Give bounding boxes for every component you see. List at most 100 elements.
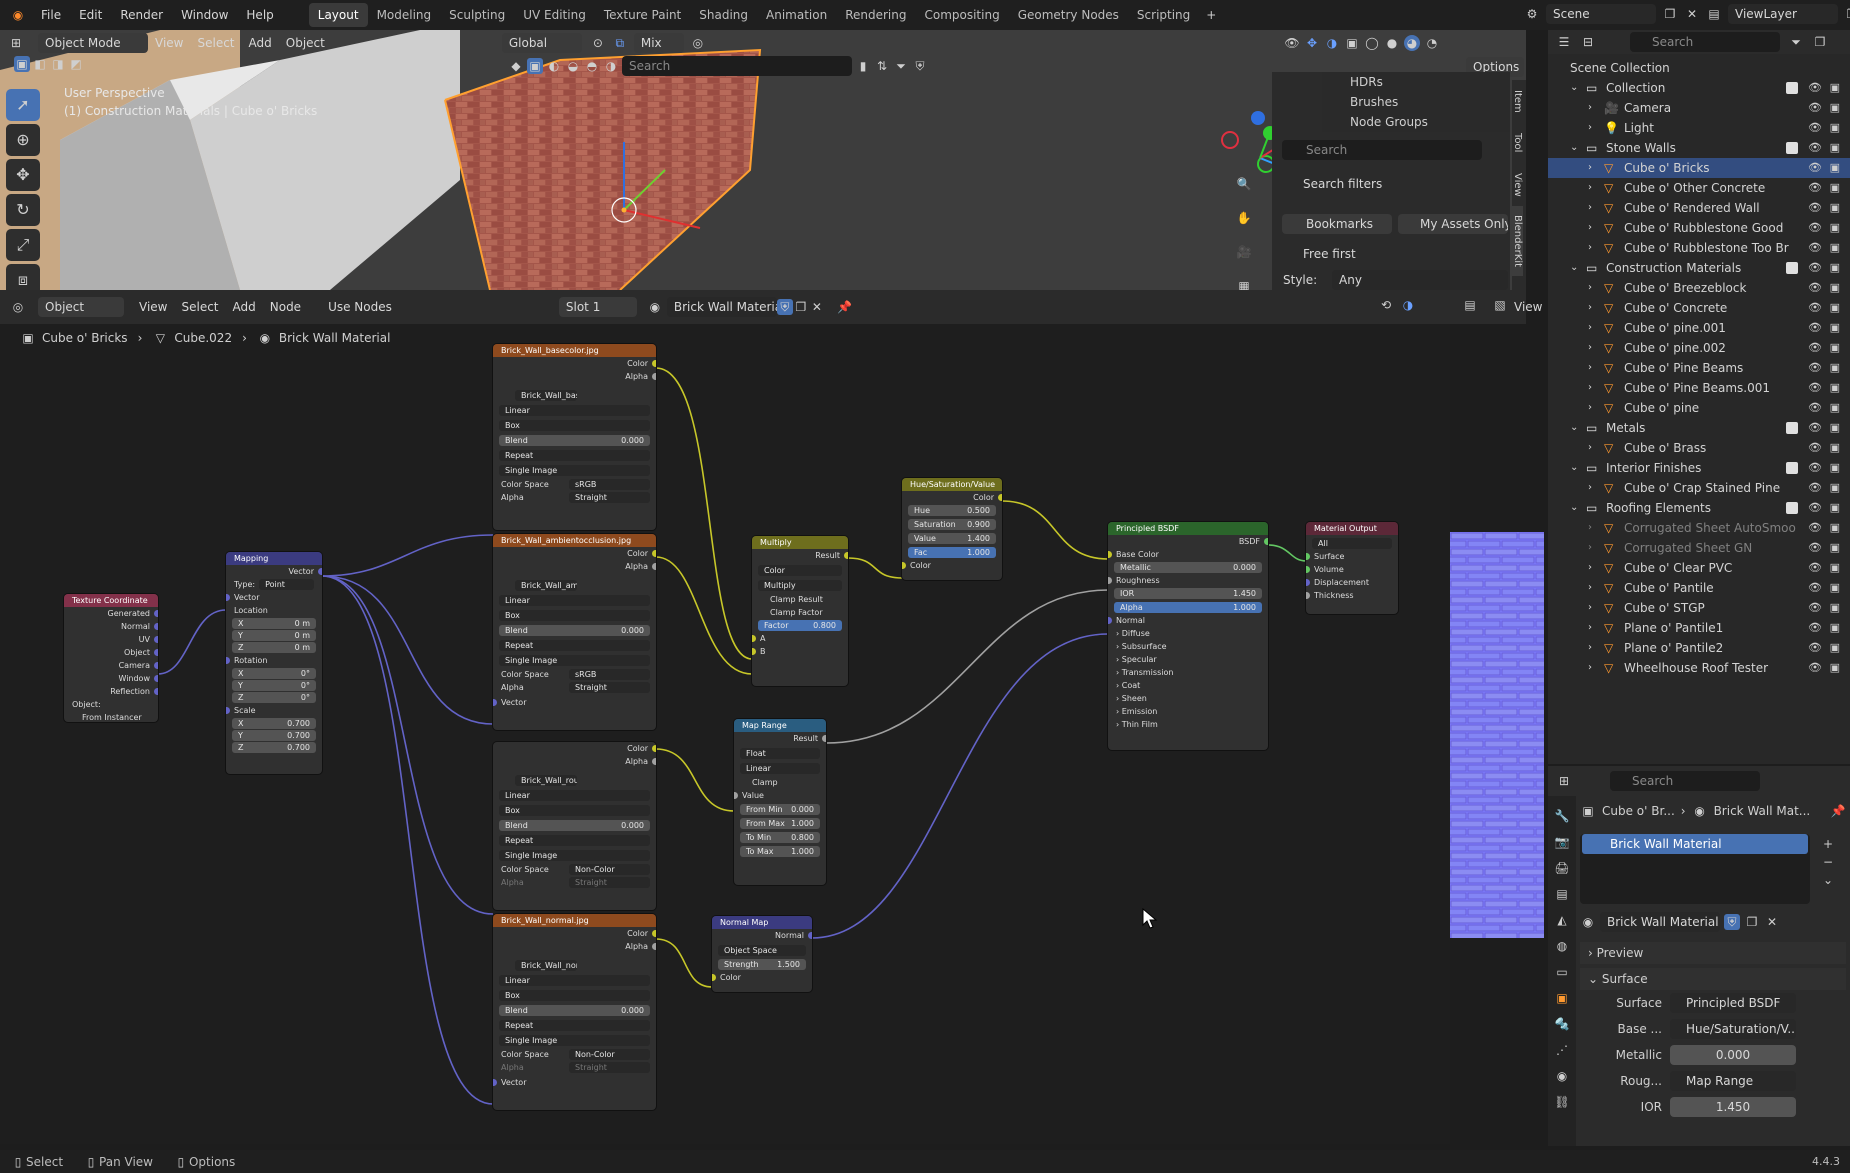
outliner-row[interactable]: › ▽ Cube o' Concrete 👁 ▣ <box>1548 298 1850 318</box>
output-tab-icon[interactable]: 🖨 <box>1554 860 1570 876</box>
outliner-row[interactable]: › ▽ Cube o' Bricks 👁 ▣ <box>1548 158 1850 178</box>
interpolation-dropdown[interactable]: Linear <box>740 763 820 774</box>
tab-uv-editing[interactable]: UV Editing <box>514 3 595 27</box>
unlink-material-icon[interactable]: ✕ <box>809 299 825 315</box>
exclude-checkbox[interactable] <box>1786 262 1798 274</box>
scene-icon[interactable]: ⚙ <box>1524 6 1540 22</box>
render-camera-icon[interactable]: ▣ <box>1830 318 1840 338</box>
expand-arrow-icon[interactable]: › <box>1588 438 1592 458</box>
collection-tab-icon[interactable]: ▭ <box>1554 964 1570 980</box>
material-name-field[interactable]: Brick Wall Material <box>666 297 777 317</box>
new-viewlayer-icon[interactable]: ❐ <box>1844 6 1850 22</box>
select-invert-icon[interactable]: ◩ <box>68 56 84 72</box>
filter-objects-icon[interactable]: ▣ <box>527 58 543 74</box>
source-dropdown[interactable]: Single Image <box>499 655 650 666</box>
node-menu-view[interactable]: View <box>132 297 174 317</box>
my-assets-only-button[interactable]: My Assets Only <box>1398 214 1508 234</box>
node-editor-type-icon[interactable]: ◎ <box>10 299 26 315</box>
viewport-search-input[interactable]: Search <box>622 56 852 76</box>
visibility-eye-icon[interactable]: 👁 <box>1808 598 1822 618</box>
socket-alpha[interactable]: Alpha <box>493 940 656 953</box>
visibility-eye-icon[interactable]: 👁 <box>1808 638 1822 658</box>
tab-layout[interactable]: Layout <box>308 3 368 27</box>
object-mode-dropdown[interactable]: Object Mode <box>38 33 148 53</box>
3d-viewport[interactable]: ⊞ Object Mode View Select Add Object Glo… <box>0 30 1526 290</box>
interpolation-dropdown[interactable]: Linear <box>499 975 650 986</box>
sidebar-tab-item[interactable]: Item <box>1512 80 1523 122</box>
overlay-icon[interactable]: ◑ <box>1324 35 1340 51</box>
render-camera-icon[interactable]: ▣ <box>1830 98 1840 118</box>
render-camera-icon[interactable]: ▣ <box>1830 138 1840 158</box>
render-camera-icon[interactable]: ▣ <box>1830 538 1840 558</box>
expand-arrow-icon[interactable]: › <box>1588 298 1592 318</box>
outliner-row[interactable]: › ▽ Cube o' Rendered Wall 👁 ▣ <box>1548 198 1850 218</box>
outliner-filter-icon[interactable]: ⏷ <box>1788 34 1804 50</box>
render-camera-icon[interactable]: ▣ <box>1830 658 1840 678</box>
render-camera-icon[interactable]: ▣ <box>1830 638 1840 658</box>
outliner-scene-collection[interactable]: Scene Collection <box>1548 58 1850 78</box>
outliner-row[interactable]: › ▽ Corrugated Sheet AutoSmoo 👁 ▣ <box>1548 518 1850 538</box>
add-slot-icon[interactable]: + <box>1820 836 1836 852</box>
properties-pin-icon[interactable]: 📌 <box>1830 803 1846 819</box>
output-target-dropdown[interactable]: All <box>1312 538 1392 549</box>
socket-bsdf[interactable]: BSDF <box>1108 535 1268 548</box>
visibility-eye-icon[interactable]: 👁 <box>1808 458 1822 478</box>
metallic-field[interactable]: Metallic 0.000 <box>1114 562 1262 573</box>
socket-color-out[interactable]: Color <box>902 491 1002 504</box>
visibility-eye-icon[interactable]: 👁 <box>1808 358 1822 378</box>
image-texture-ao-node[interactable]: Brick_Wall_ambientocclusion.jpg Color Al… <box>493 534 656 730</box>
visibility-eye-icon[interactable]: 👁 <box>1808 218 1822 238</box>
socket-normal[interactable]: Normal <box>64 620 158 633</box>
scale-z[interactable]: Z 0.700 <box>232 742 316 753</box>
panel-thin-film[interactable]: › Thin Film <box>1108 718 1268 731</box>
alpha-mode-row[interactable]: Alpha Straight <box>493 876 656 889</box>
socket-a[interactable]: A <box>752 632 848 645</box>
brick-cube[interactable] <box>445 50 760 290</box>
exclude-checkbox[interactable] <box>1786 82 1798 94</box>
outliner-row[interactable]: › 💡 Light 👁 ▣ <box>1548 118 1850 138</box>
object-field[interactable]: Object: <box>64 698 158 711</box>
expand-arrow-icon[interactable]: › <box>1588 218 1592 238</box>
sidebar-tab-blenderkit[interactable]: BlenderKit <box>1512 206 1523 276</box>
panel-diffuse[interactable]: › Diffuse <box>1108 627 1268 640</box>
projection-dropdown[interactable]: Box <box>499 610 650 621</box>
image-file-field[interactable]: Brick_Wall_norm... <box>515 960 577 971</box>
panel-sheen[interactable]: › Sheen <box>1108 692 1268 705</box>
socket-thickness[interactable]: Thickness <box>1306 589 1398 602</box>
socket-color-in[interactable]: Color <box>712 971 812 984</box>
color-space-row[interactable]: Color Space sRGB <box>493 478 656 491</box>
extension-dropdown[interactable]: Repeat <box>499 835 650 846</box>
bookmarks-button[interactable]: Bookmarks <box>1282 214 1392 234</box>
alpha-mode-row[interactable]: Alpha Straight <box>493 681 656 694</box>
material-browse-icon[interactable]: ◉ <box>647 299 663 315</box>
node-snap-icon[interactable]: ⟲ <box>1378 297 1394 313</box>
physics-tab-icon[interactable]: ◉ <box>1554 1068 1570 1084</box>
asset-item-hdrs[interactable]: HDRs <box>1322 72 1510 92</box>
render-camera-icon[interactable]: ▣ <box>1830 378 1840 398</box>
outliner-search-input[interactable]: Search <box>1630 32 1780 52</box>
visibility-eye-icon[interactable]: 👁 <box>1808 338 1822 358</box>
node-menu-select[interactable]: Select <box>174 297 225 317</box>
outliner-row[interactable]: › ▽ Cube o' Breezeblock 👁 ▣ <box>1548 278 1850 298</box>
viewlayer-icon[interactable]: ▤ <box>1706 6 1722 22</box>
viewlayer-selector[interactable]: ViewLayer <box>1728 4 1838 24</box>
exclude-checkbox[interactable] <box>1786 462 1798 474</box>
socket-volume[interactable]: Volume <box>1306 563 1398 576</box>
alpha-field[interactable]: Alpha 1.000 <box>1114 602 1262 613</box>
visibility-eye-icon[interactable]: 👁 <box>1808 198 1822 218</box>
expand-arrow-icon[interactable]: › <box>1588 178 1592 198</box>
socket-vector-in[interactable]: Vector <box>493 696 656 709</box>
surface-shader-field[interactable]: Principled BSDF <box>1670 993 1796 1013</box>
render-camera-icon[interactable]: ▣ <box>1830 618 1840 638</box>
material-shading-icon[interactable]: ◕ <box>1404 35 1420 51</box>
outliner-row[interactable]: › 🎥 Camera 👁 ▣ <box>1548 98 1850 118</box>
render-camera-icon[interactable]: ▣ <box>1830 78 1840 98</box>
surface-panel-header[interactable]: ⌄ Surface <box>1580 968 1846 990</box>
from-instancer-checkbox[interactable]: From Instancer <box>64 711 158 722</box>
scene-tab-icon[interactable]: ◭ <box>1554 912 1570 928</box>
color-space-row[interactable]: Color Space Non-Color <box>493 1048 656 1061</box>
render-camera-icon[interactable]: ▣ <box>1830 118 1840 138</box>
remove-slot-icon[interactable]: − <box>1820 854 1836 870</box>
visibility-eye-icon[interactable]: 👁 <box>1808 118 1822 138</box>
hue-field[interactable]: Hue 0.500 <box>908 505 996 516</box>
